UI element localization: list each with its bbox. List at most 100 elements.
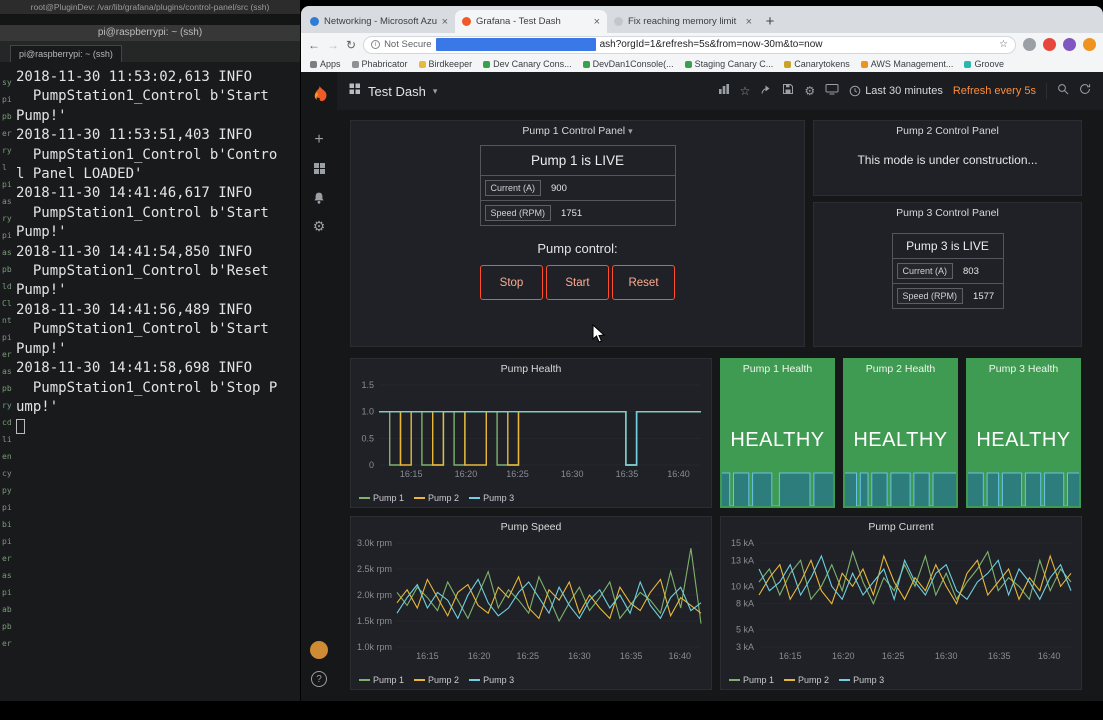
bookmark-item[interactable]: Staging Canary C... xyxy=(684,59,773,69)
dashboards-icon[interactable] xyxy=(301,154,337,183)
pump-control-label: Pump control: xyxy=(537,241,618,256)
star-icon[interactable]: ☆ xyxy=(740,84,751,98)
new-tab-button[interactable]: + xyxy=(759,10,781,32)
search-icon[interactable] xyxy=(1057,82,1069,100)
clock-icon xyxy=(849,85,861,97)
alerting-bell-icon[interactable] xyxy=(301,183,337,212)
panel-title[interactable]: Pump 3 Control Panel xyxy=(814,203,1081,223)
info-icon[interactable]: i xyxy=(371,40,381,49)
bookmark-star-icon[interactable]: ☆ xyxy=(999,39,1008,50)
legend-item[interactable]: Pump 1 xyxy=(359,493,404,503)
panel-title[interactable]: Pump Current xyxy=(721,517,1081,537)
bookmark-item[interactable]: DevDan1Console(... xyxy=(582,59,674,69)
legend-item[interactable]: Pump 2 xyxy=(414,675,459,685)
address-bar[interactable]: i Not Secure ash?orgId=1&refresh=5s&from… xyxy=(363,35,1016,54)
health-value: HEALTHY xyxy=(976,429,1071,451)
bookmark-favicon-icon xyxy=(351,60,359,68)
bookmark-item[interactable]: Apps xyxy=(310,59,341,69)
extension-icon-orange[interactable] xyxy=(1083,38,1096,51)
pump-start-button[interactable]: Start xyxy=(546,265,609,300)
panel-title[interactable]: Pump 2 Health xyxy=(844,359,957,379)
dashboard: Pump 1 Control Panel ▾ Pump 1 is LIVE Cu… xyxy=(337,110,1103,701)
svg-text:16:30: 16:30 xyxy=(935,651,958,661)
panel-title[interactable]: Pump 1 Health xyxy=(721,359,834,379)
chevron-down-icon[interactable]: ▾ xyxy=(433,86,438,97)
refresh-interval-picker[interactable]: Refresh every 5s xyxy=(953,85,1036,97)
tab-favicon-icon xyxy=(310,17,319,26)
save-icon[interactable] xyxy=(782,82,794,100)
pump-reset-button[interactable]: Reset xyxy=(612,265,675,300)
forward-button[interactable]: → xyxy=(327,39,339,51)
bookmark-item[interactable]: Phabricator xyxy=(351,59,408,69)
bookmark-item[interactable]: Birdkeeper xyxy=(418,59,472,69)
bookmark-favicon-icon xyxy=(964,60,972,68)
metric-value: 900 xyxy=(551,182,567,194)
pump3-status-box: Pump 3 is LIVE Current (A) 803 Speed (RPM)… xyxy=(891,233,1004,309)
panel-title[interactable]: Pump 2 Control Panel xyxy=(814,121,1081,141)
legend-item[interactable]: Pump 2 xyxy=(414,493,459,503)
time-range-picker[interactable]: Last 30 minutes xyxy=(849,85,943,97)
pump-stop-button[interactable]: Stop xyxy=(480,265,543,300)
profile-avatar[interactable] xyxy=(1063,38,1076,51)
panel-title[interactable]: Pump Health xyxy=(351,359,711,379)
legend-item[interactable]: Pump 1 xyxy=(359,675,404,685)
pump-health-plot[interactable]: 0 0.5 1.0 1.5 16:15 16:20 16:25 16:30 16:35 16:40 xyxy=(353,379,709,481)
svg-text:1.5: 1.5 xyxy=(361,380,374,390)
metric-label: Current (A) xyxy=(896,263,954,279)
terminal-window: root@PluginDev: /var/lib/grafana/plugins… xyxy=(0,0,300,701)
terminal-body[interactable]: sy pi pb er ry l pi as ry pi as pb ld Cl nt pi er as pb ry c… xyxy=(0,62,300,701)
panel-title[interactable]: Pump 3 Health xyxy=(967,359,1080,379)
svg-text:16:15: 16:15 xyxy=(779,651,802,661)
tab-strip: Networking - Microsoft Azure × Grafana - T… xyxy=(301,6,1103,33)
browser-tab[interactable]: Grafana - Test Dash × xyxy=(455,10,607,33)
refresh-icon[interactable] xyxy=(1079,82,1091,100)
dashboard-title[interactable]: Test Dash xyxy=(368,84,426,99)
extension-icon-red[interactable] xyxy=(1043,38,1056,51)
reload-button[interactable]: ↻ xyxy=(346,39,356,51)
back-button[interactable]: ← xyxy=(308,39,320,51)
bookmark-item[interactable]: AWS Management... xyxy=(860,59,953,69)
help-icon[interactable]: ? xyxy=(311,671,327,687)
panel-title[interactable]: Pump Speed xyxy=(351,517,711,537)
panel-menu-caret-icon[interactable]: ▾ xyxy=(628,126,633,136)
legend-item[interactable]: Pump 3 xyxy=(469,493,514,503)
svg-text:3 kA: 3 kA xyxy=(736,642,754,652)
legend-item[interactable]: Pump 3 xyxy=(839,675,884,685)
pump-speed-plot[interactable]: 1.0k rpm 1.5k rpm 2.0k rpm 2.5k rpm 3.0k rpm… xyxy=(353,537,709,663)
pump-current-plot[interactable]: 3 kA 5 kA 8 kA 10 kA 13 kA 15 kA 16:15 16:20 16:… xyxy=(723,537,1079,663)
terminal-tab[interactable]: pi@raspberrypi: ~ (ssh) xyxy=(10,45,122,62)
grafana-sidebar: + ⚙ ? xyxy=(301,72,337,701)
dashboard-grid-icon[interactable] xyxy=(349,82,361,100)
svg-text:16:35: 16:35 xyxy=(616,469,639,479)
legend-item[interactable]: Pump 2 xyxy=(784,675,829,685)
user-avatar[interactable] xyxy=(310,641,328,659)
tab-close-icon[interactable]: × xyxy=(442,16,448,28)
health-value: HEALTHY xyxy=(853,429,948,451)
bookmark-item[interactable]: Dev Canary Cons... xyxy=(483,59,572,69)
mouse-cursor xyxy=(592,324,606,343)
tab-close-icon[interactable]: × xyxy=(594,16,600,28)
tab-close-icon[interactable]: × xyxy=(746,16,752,28)
share-icon[interactable] xyxy=(760,82,772,100)
legend-item[interactable]: Pump 3 xyxy=(469,675,514,685)
browser-tab[interactable]: Networking - Microsoft Azure × xyxy=(303,10,455,33)
svg-text:2.5k rpm: 2.5k rpm xyxy=(357,564,392,574)
panel-pump1-control: Pump 1 Control Panel ▾ Pump 1 is LIVE Cu… xyxy=(350,120,805,347)
extension-icon[interactable] xyxy=(1023,38,1036,51)
panel-title[interactable]: Pump 1 Control Panel ▾ xyxy=(351,121,804,141)
pump3-status: Pump 3 is LIVE xyxy=(906,239,989,253)
terminal-cursor xyxy=(16,419,25,435)
grafana-logo-icon[interactable] xyxy=(301,80,337,109)
settings-gear-icon[interactable]: ⚙ xyxy=(301,212,337,241)
legend-item[interactable]: Pump 1 xyxy=(729,675,774,685)
dashboard-settings-icon[interactable]: ⚙ xyxy=(804,84,815,98)
bookmark-item[interactable]: Groove xyxy=(964,59,1004,69)
bookmark-item[interactable]: Canarytokens xyxy=(784,59,850,69)
svg-text:16:40: 16:40 xyxy=(668,651,691,661)
tv-mode-icon[interactable] xyxy=(825,82,839,100)
browser-tab[interactable]: Fix reaching memory limit × xyxy=(607,10,759,33)
svg-text:16:20: 16:20 xyxy=(832,651,855,661)
terminal-side-pane: sy pi pb er ry l pi as ry pi as pb ld Cl nt pi er as pb ry c… xyxy=(2,78,12,648)
add-icon[interactable]: + xyxy=(301,125,337,154)
add-panel-icon[interactable] xyxy=(718,82,730,100)
